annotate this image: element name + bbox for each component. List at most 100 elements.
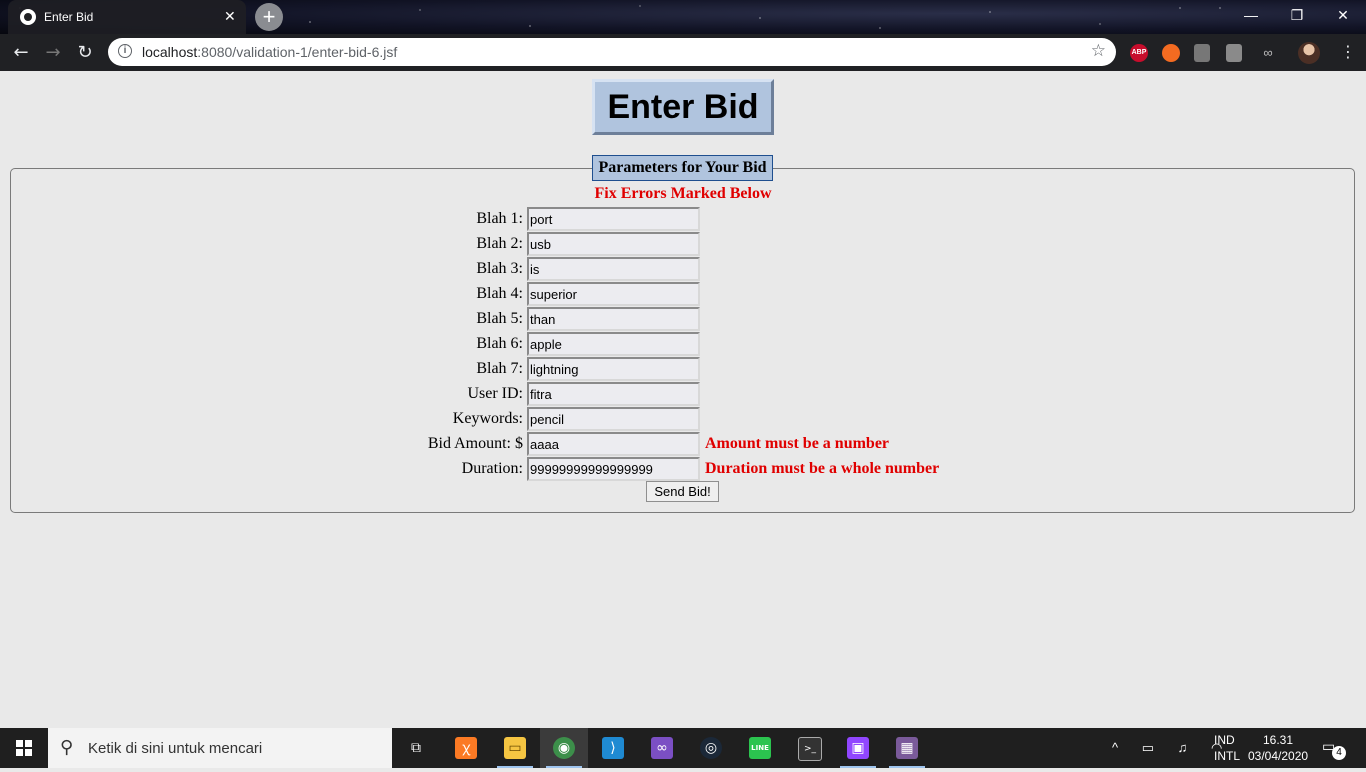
form-row-blah5: Blah 5: <box>0 307 1366 332</box>
field-label: Blah 2: <box>476 235 523 252</box>
vscode-icon: ⟩ <box>602 737 624 759</box>
window-controls: — ❐ ✕ <box>1228 0 1366 30</box>
browser-titlebar: Enter Bid ✕ + — ❐ ✕ <box>0 0 1366 34</box>
profile-avatar[interactable] <box>1298 42 1320 64</box>
adblock-extension-icon[interactable]: ABP <box>1130 44 1148 62</box>
blah1-input[interactable] <box>527 207 700 231</box>
new-tab-button[interactable]: + <box>255 3 283 31</box>
blah7-input[interactable] <box>527 357 700 381</box>
taskbar-search[interactable]: ⚲ Ketik di sini untuk mencari <box>48 728 392 768</box>
tab-close-icon[interactable]: ✕ <box>224 8 236 25</box>
duration-input[interactable] <box>527 457 700 481</box>
duration-error: Duration must be a whole number <box>705 460 940 477</box>
game-icon: ▦ <box>896 737 918 759</box>
clock-date: 03/04/2020 <box>1248 749 1309 763</box>
taskbar-visual-studio[interactable]: ∞ <box>638 728 686 768</box>
field-label: Blah 4: <box>476 285 523 302</box>
blah2-input[interactable] <box>527 232 700 256</box>
field-label: Blah 5: <box>476 310 523 327</box>
minimize-button[interactable]: — <box>1228 0 1274 30</box>
taskbar-line[interactable]: LINE <box>736 728 784 768</box>
language-indicator[interactable]: IND INTL <box>1214 732 1240 772</box>
taskbar-chrome[interactable]: ◉ <box>540 728 588 768</box>
url-path: :8080/validation-1/enter-bid-6.jsf <box>197 44 398 60</box>
reload-button[interactable]: ↻ <box>72 40 98 66</box>
url-host: localhost <box>142 44 198 60</box>
taskbar-task-view[interactable]: ⧉ <box>392 728 440 768</box>
browser-tab[interactable]: Enter Bid ✕ <box>8 0 246 34</box>
taskbar-steam[interactable]: ◎ <box>687 728 735 768</box>
form-row-blah7: Blah 7: <box>0 357 1366 382</box>
taskbar-twitch[interactable]: ▣ <box>834 728 882 768</box>
extension-icon[interactable] <box>1162 44 1180 62</box>
clock-time: 16.31 <box>1262 733 1294 747</box>
forward-button[interactable]: → <box>40 40 66 66</box>
address-bar[interactable]: i localhost:8080/validation-1/enter-bid-… <box>108 38 1116 66</box>
start-button[interactable] <box>0 728 48 768</box>
xampp-icon: ꭓ <box>455 737 477 759</box>
send-bid-button[interactable]: Send Bid! <box>646 481 719 502</box>
bid-amount-input[interactable] <box>527 432 700 456</box>
field-label: Blah 7: <box>476 360 523 377</box>
user-id-input[interactable] <box>527 382 700 406</box>
form-row-blah6: Blah 6: <box>0 332 1366 357</box>
folder-icon: ▭ <box>504 737 526 759</box>
form-row-duration: Duration: Duration must be a whole numbe… <box>0 457 1366 482</box>
blah3-input[interactable] <box>527 257 700 281</box>
taskbar-file-explorer[interactable]: ▭ <box>491 728 539 768</box>
fieldset-legend: Parameters for Your Bid <box>592 155 773 181</box>
site-info-icon[interactable]: i <box>118 44 132 58</box>
search-placeholder: Ketik di sini untuk mencari <box>88 740 263 757</box>
taskbar-terminal[interactable]: >_ <box>785 728 833 768</box>
field-label: Keywords: <box>452 410 523 427</box>
field-label: User ID: <box>467 385 523 402</box>
terminal-icon: >_ <box>798 737 822 761</box>
tab-favicon-icon <box>20 9 36 25</box>
windows-taskbar: ⚲ Ketik di sini untuk mencari ⧉ ꭓ ▭ ◉ ⟩ … <box>0 728 1366 768</box>
form-row-user-id: User ID: <box>0 382 1366 407</box>
field-label: Blah 1: <box>476 210 523 227</box>
extension-infinity-icon[interactable]: ∞ <box>1258 44 1278 62</box>
form-row-blah1: Blah 1: <box>0 207 1366 232</box>
extension-icon[interactable] <box>1194 44 1210 62</box>
tab-title: Enter Bid <box>44 10 94 24</box>
form-row-blah3: Blah 3: <box>0 257 1366 282</box>
language-code: IND <box>1214 733 1235 747</box>
browser-menu-icon[interactable]: ⋮ <box>1340 42 1356 61</box>
maximize-button[interactable]: ❐ <box>1274 0 1320 30</box>
blah6-input[interactable] <box>527 332 700 356</box>
taskbar-xampp[interactable]: ꭓ <box>442 728 490 768</box>
bookmark-star-icon[interactable]: ☆ <box>1091 41 1106 61</box>
back-button[interactable]: ← <box>8 40 34 66</box>
close-window-button[interactable]: ✕ <box>1320 0 1366 30</box>
page-title: Enter Bid <box>592 79 774 135</box>
browser-toolbar: ← → ↻ i localhost:8080/validation-1/ente… <box>0 34 1366 71</box>
form-row-blah2: Blah 2: <box>0 232 1366 257</box>
taskbar-vscode[interactable]: ⟩ <box>589 728 637 768</box>
form-row-keywords: Keywords: <box>0 407 1366 432</box>
steam-icon: ◎ <box>700 737 722 759</box>
keywords-input[interactable] <box>527 407 700 431</box>
blah4-input[interactable] <box>527 282 700 306</box>
extension-icon[interactable] <box>1226 44 1242 62</box>
line-icon: LINE <box>749 737 771 759</box>
field-label: Bid Amount: $ <box>427 435 523 452</box>
system-clock[interactable]: 16.31 03/04/2020 <box>1248 732 1308 772</box>
windows-logo-icon <box>16 740 32 756</box>
search-icon: ⚲ <box>60 737 74 758</box>
taskbar-game[interactable]: ▦ <box>883 728 931 768</box>
visual-studio-icon: ∞ <box>651 737 673 759</box>
url-text[interactable]: localhost:8080/validation-1/enter-bid-6.… <box>142 44 397 60</box>
field-label: Blah 6: <box>476 335 523 352</box>
notifications-button[interactable]: ▭ 4 <box>1322 738 1346 760</box>
page-content: Enter Bid Parameters for Your Bid Fix Er… <box>0 71 1366 728</box>
field-label: Duration: <box>461 460 523 477</box>
field-label: Blah 3: <box>476 260 523 277</box>
form-row-blah4: Blah 4: <box>0 282 1366 307</box>
keyboard-layout: INTL <box>1214 749 1241 763</box>
twitch-icon: ▣ <box>847 737 869 759</box>
blah5-input[interactable] <box>527 307 700 331</box>
bid-amount-error: Amount must be a number <box>705 435 890 452</box>
notification-count: 4 <box>1332 746 1346 760</box>
error-summary: Fix Errors Marked Below <box>594 185 772 202</box>
